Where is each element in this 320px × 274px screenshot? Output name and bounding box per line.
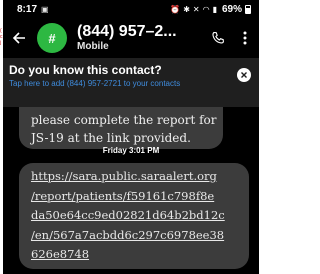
battery-icon [245,4,251,14]
battery-percent: 69% [221,3,242,15]
bluetooth-icon: ✱ [183,4,190,14]
add-contact-link[interactable]: Tap here to add (844) 957-2721 to your c… [9,79,209,89]
report-link-line[interactable]: https://sara.public.saraalert.org [31,167,245,187]
conversation-header: # (844) 957–2... Mobile [3,18,259,58]
message-line: please complete the report for [31,113,217,127]
status-bar: 8:17 ▣ ⏰ ✱ ✕ ◠ ▮ 69% [3,0,259,18]
message-bubble-previous[interactable]: please complete the report for JS-19 at … [19,107,223,149]
back-button[interactable] [3,18,35,58]
report-link-line[interactable]: /report/patients/f59161c798f8e [31,187,245,207]
message-timestamp: Friday 3:01 PM [102,146,160,155]
banner-close-button[interactable] [237,68,251,82]
mute-icon: ✕ [192,4,200,14]
arrow-left-icon [12,32,25,44]
status-icons: ⏰ ✱ ✕ ◠ ▮ 69% [170,4,251,15]
message-notification-icon: ▣ [41,4,49,14]
banner-title: Do you know this contact? [9,63,162,77]
close-icon [241,72,247,78]
status-time: 8:17 [17,3,38,15]
signal-icon: ▮ [212,4,217,14]
report-link-line[interactable]: /en/567a7acbdd6c297c6978ee38 [31,226,245,246]
message-bubble-link[interactable]: https://sara.public.saraalert.org /repor… [19,163,249,269]
report-link-line[interactable]: 626e8748 [31,245,245,265]
more-options-button[interactable] [231,18,259,58]
unknown-contact-banner[interactable]: Do you know this contact? Tap here to ad… [3,58,259,107]
more-vertical-icon [243,31,247,45]
avatar[interactable]: # [37,23,67,53]
alarm-icon: ⏰ [170,4,181,14]
report-link-line[interactable]: da50e64cc9ed02821d64b2bd12c [31,206,245,226]
contact-phone-number: (844) 957–2... [77,23,177,40]
phone-screen: 8:17 ▣ ⏰ ✱ ✕ ◠ ▮ 69% # (844) 957–2... Mo… [3,0,259,274]
contact-number-type: Mobile [77,41,109,52]
contact-info[interactable]: (844) 957–2... Mobile [77,23,177,53]
message-line: JS-19 at the link provided. [31,131,191,145]
wifi-icon: ◠ [202,4,210,14]
phone-icon [212,31,224,44]
call-button[interactable] [205,18,231,58]
